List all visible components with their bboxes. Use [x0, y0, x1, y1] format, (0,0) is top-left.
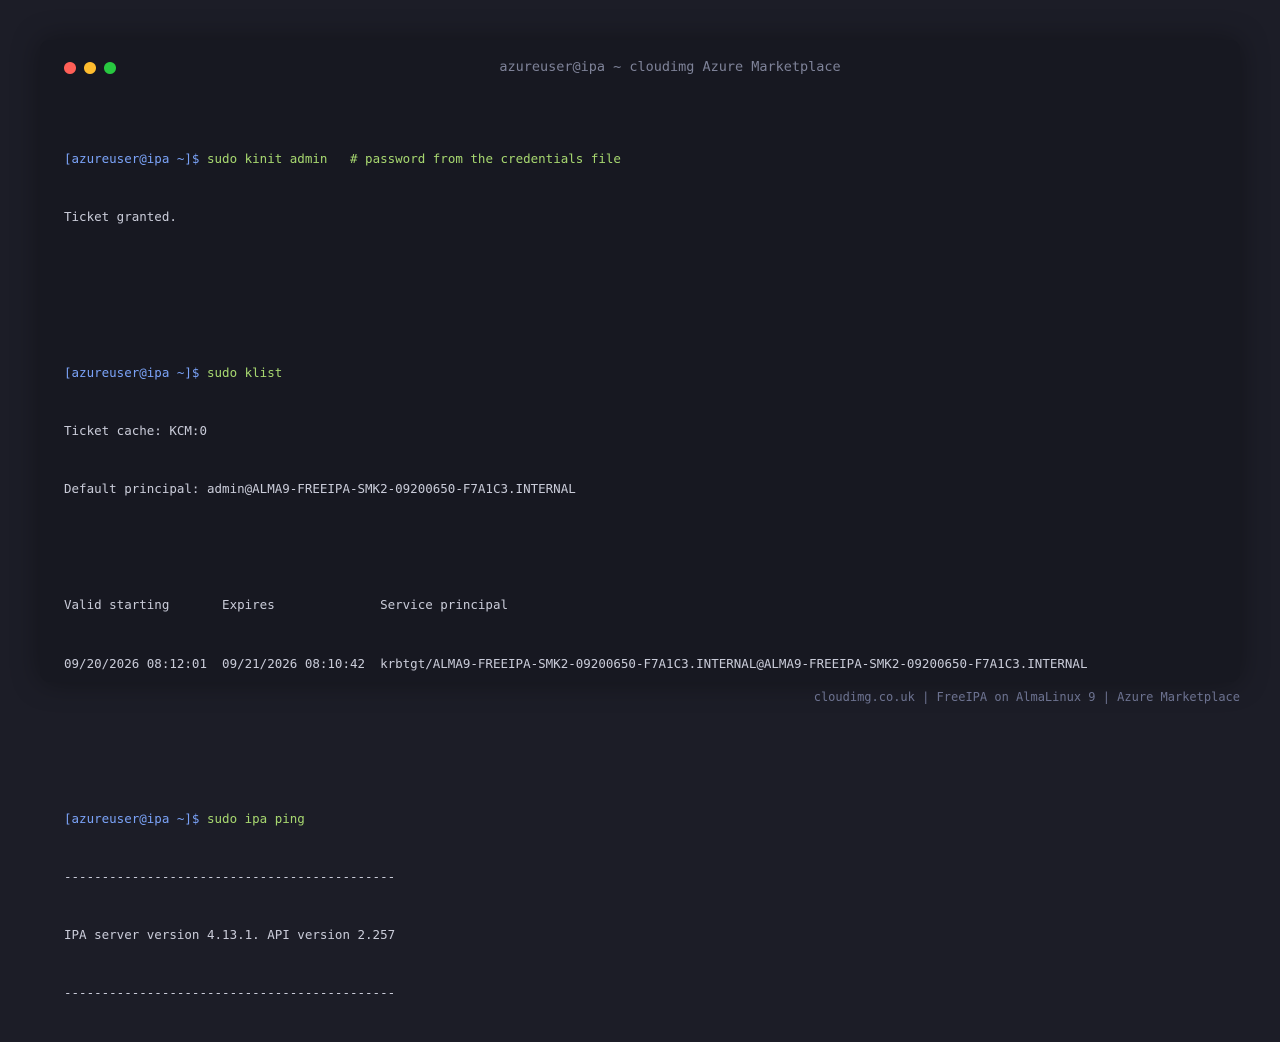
shell-prompt: [azureuser@ipa ~]$	[64, 151, 200, 167]
output-line: Default principal: admin@ALMA9-FREEIPA-S…	[64, 481, 576, 497]
output-line: ----------------------------------------…	[64, 869, 396, 885]
footer-caption: cloudimg.co.uk | FreeIPA on AlmaLinux 9 …	[813, 690, 1240, 704]
window-title: azureuser@ipa ~ cloudimg Azure Marketpla…	[499, 59, 841, 75]
command-line: [azureuser@ipa ~]$ sudo klist	[64, 363, 1088, 382]
command-text: sudo klist	[207, 364, 283, 380]
shell-prompt: [azureuser@ipa ~]$	[64, 364, 200, 380]
terminal-output[interactable]: [azureuser@ipa ~]$ sudo kinit admin # pa…	[64, 91, 1088, 1042]
output-line: ----------------------------------------…	[64, 985, 396, 1001]
command-text: sudo ipa ping	[207, 810, 305, 826]
output-line: Ticket cache: KCM:0	[64, 422, 207, 438]
output-line: Valid starting Expires Service principal	[64, 597, 509, 613]
output-line: Ticket granted.	[64, 209, 177, 225]
command-line: [azureuser@ipa ~]$ sudo kinit admin # pa…	[64, 149, 1088, 168]
command-text: sudo kinit admin	[207, 151, 328, 167]
output-line: IPA server version 4.13.1. API version 2…	[64, 927, 396, 943]
shell-prompt: [azureuser@ipa ~]$	[64, 810, 200, 826]
output-line: 09/20/2026 08:12:01 09/21/2026 08:10:42 …	[64, 655, 1088, 671]
command-line: [azureuser@ipa ~]$ sudo ipa ping	[64, 809, 1088, 828]
command-comment: # password from the credentials file	[350, 151, 621, 167]
title-bar: azureuser@ipa ~ cloudimg Azure Marketpla…	[40, 40, 1240, 96]
terminal-window: azureuser@ipa ~ cloudimg Azure Marketpla…	[40, 40, 1240, 1000]
